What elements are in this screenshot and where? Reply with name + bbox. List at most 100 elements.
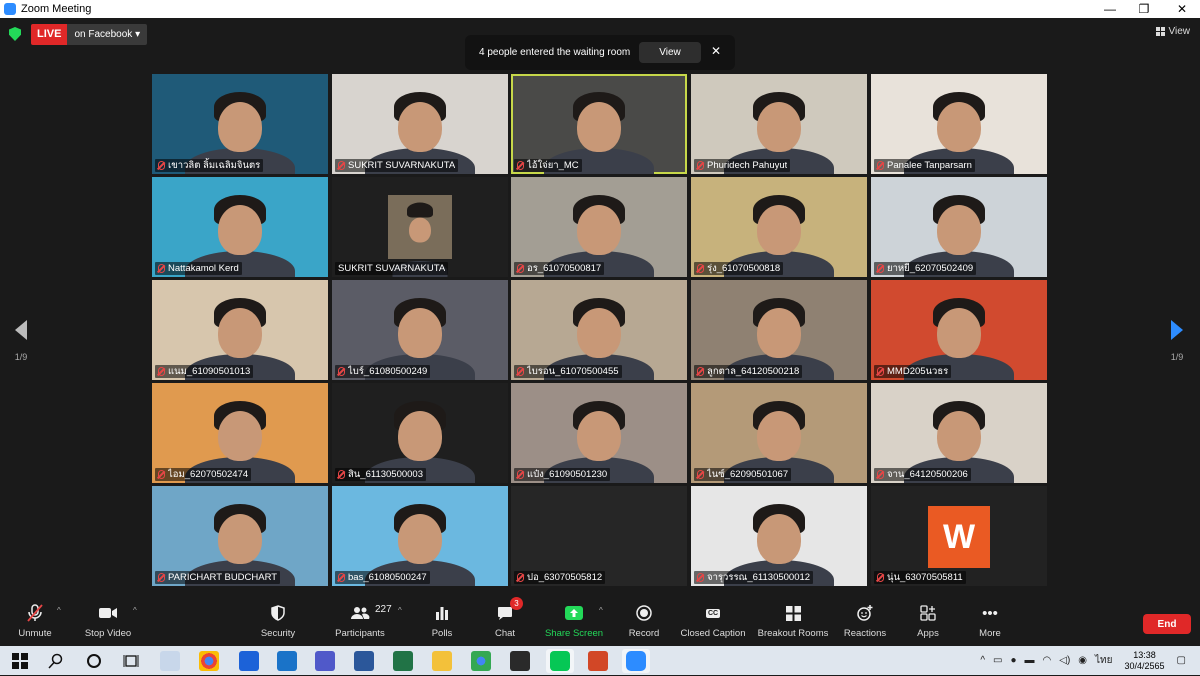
participant-video-tile[interactable]: สิน_61130500003 xyxy=(332,383,508,483)
participant-video-tile[interactable]: ไอม_62070502474 xyxy=(152,383,328,483)
more-button[interactable]: ••• More xyxy=(955,602,1025,640)
security-shield-icon[interactable] xyxy=(9,27,21,41)
participant-video-tile[interactable]: อร_61070500817 xyxy=(511,177,687,277)
record-button[interactable]: Record xyxy=(609,602,679,639)
cc-icon: CC xyxy=(705,608,721,618)
search-icon[interactable] xyxy=(46,651,66,671)
video-options-caret[interactable]: ^ xyxy=(133,606,137,615)
participant-video-tile[interactable]: ปอ_63070505812 xyxy=(511,486,687,586)
participant-video-tile[interactable]: SUKRIT SUVARNAKUTA xyxy=(332,74,508,174)
breakout-rooms-button[interactable]: Breakout Rooms xyxy=(758,602,828,639)
participant-face xyxy=(937,205,981,255)
taskbar-clock[interactable]: 13:38 30/4/2565 xyxy=(1125,650,1165,672)
notification-close-icon[interactable]: ✕ xyxy=(711,44,721,58)
tray-overflow-chevron-icon[interactable]: ^ xyxy=(980,655,985,666)
tray-wifi-icon[interactable]: ◠ xyxy=(1043,655,1052,666)
acrobat-icon[interactable] xyxy=(510,651,530,671)
powerpoint-icon[interactable] xyxy=(588,651,608,671)
security-button[interactable]: Security xyxy=(243,602,313,639)
participants-caret[interactable]: ^ xyxy=(398,606,402,615)
participants-button[interactable]: 227 Participants xyxy=(325,602,395,639)
participant-face xyxy=(937,411,981,461)
chevron-right-icon[interactable] xyxy=(1171,320,1183,340)
participant-name: จาน_64120500206 xyxy=(887,469,968,480)
close-window-button[interactable]: ✕ xyxy=(1164,0,1200,18)
apps-button[interactable]: Apps xyxy=(893,602,963,639)
share-options-caret[interactable]: ^ xyxy=(599,606,603,615)
polls-button[interactable]: Polls xyxy=(407,602,477,639)
view-button[interactable]: View xyxy=(1155,26,1190,37)
chrome-profile-icon[interactable] xyxy=(471,651,491,671)
participant-name: Panalee Tanparsarn xyxy=(887,160,972,171)
participant-name: ไอม_62070502474 xyxy=(168,469,249,480)
end-meeting-button[interactable]: End xyxy=(1143,614,1191,634)
participant-video-tile[interactable]: PARICHART BUDCHART xyxy=(152,486,328,586)
minimize-button[interactable]: — xyxy=(1092,0,1128,18)
word-icon[interactable] xyxy=(354,651,374,671)
closed-caption-button[interactable]: CC Closed Caption xyxy=(678,602,748,639)
participant-video-tile[interactable]: ไบรอน_61070500455 xyxy=(511,280,687,380)
participant-face xyxy=(757,411,801,461)
zoom-taskbar-icon-wrap[interactable] xyxy=(622,649,650,673)
tray-antivirus-icon[interactable]: ◉ xyxy=(1078,655,1087,666)
participant-video-tile[interactable]: Panalee Tanparsarn xyxy=(871,74,1047,174)
participant-video-tile[interactable]: ไอ้ใจ่ยา_MC xyxy=(511,74,687,174)
prev-page[interactable]: 1/9 xyxy=(11,320,31,362)
teams-icon[interactable] xyxy=(315,651,335,671)
participant-video-tile[interactable]: ลูกตาล_64120500218 xyxy=(691,280,867,380)
tray-volume-icon[interactable]: ◁) xyxy=(1059,655,1070,666)
participant-video-tile[interactable]: MMD205นวธร xyxy=(871,280,1047,380)
tray-mic-icon[interactable]: ● xyxy=(1010,655,1016,666)
maximize-button[interactable]: ❐ xyxy=(1126,0,1162,18)
line-app-icon-wrap[interactable] xyxy=(546,649,574,673)
participant-video-tile[interactable]: จารุวรรณ_61130500012 xyxy=(691,486,867,586)
participant-video-tile[interactable]: ไบร์_61080500249 xyxy=(332,280,508,380)
participant-name: SUKRIT SUVARNAKUTA xyxy=(348,160,456,171)
tray-language[interactable]: ไทย xyxy=(1095,653,1112,668)
participant-video-tile[interactable]: จาน_64120500206 xyxy=(871,383,1047,483)
participant-video-tile[interactable]: W นุ่น_63070505811 xyxy=(871,486,1047,586)
participant-video-tile[interactable]: Nattakamol Kerd xyxy=(152,177,328,277)
mail-icon[interactable] xyxy=(277,651,297,671)
participant-name-tag: แป๋ง_61090501230 xyxy=(514,468,611,481)
participant-name: สิน_61130500003 xyxy=(348,469,423,480)
tray-battery-icon[interactable]: ▬ xyxy=(1025,655,1035,666)
live-stream-badge[interactable]: LIVE on Facebook ▾ xyxy=(31,24,148,45)
video-camera-icon xyxy=(97,602,119,624)
participant-video-tile[interactable]: รุ่ง_61070500818 xyxy=(691,177,867,277)
participant-name-tag: Phuridech Pahuyut xyxy=(694,159,791,172)
participant-video-tile[interactable]: Phuridech Pahuyut xyxy=(691,74,867,174)
chat-button[interactable]: 3 Chat xyxy=(470,597,540,639)
participant-video-tile[interactable]: SUKRIT SUVARNAKUTA xyxy=(332,177,508,277)
cortana-icon[interactable] xyxy=(84,651,104,671)
file-explorer-icon[interactable] xyxy=(432,651,452,671)
participant-video-tile[interactable]: ไนซ์_62090501067 xyxy=(691,383,867,483)
participants-count: 227 xyxy=(375,604,392,615)
chat-bubble-icon: 3 xyxy=(494,597,523,624)
participant-name-tag: จาน_64120500206 xyxy=(874,468,971,481)
notification-view-button[interactable]: View xyxy=(639,42,701,63)
participant-name-tag: ปอ_63070505812 xyxy=(514,571,606,584)
muted-mic-icon xyxy=(517,264,524,273)
reactions-button[interactable]: Reactions xyxy=(830,602,900,639)
participant-video-tile[interactable]: ยาหยี_62070502409 xyxy=(871,177,1047,277)
task-view-icon[interactable] xyxy=(121,651,141,671)
chrome-icon[interactable] xyxy=(199,651,219,671)
participant-video-tile[interactable]: แนม_61090501013 xyxy=(152,280,328,380)
app-icon-1[interactable] xyxy=(160,651,180,671)
participant-face xyxy=(937,308,981,358)
muted-mic-icon xyxy=(158,367,165,376)
store-icon[interactable] xyxy=(239,651,259,671)
tray-meet-now-icon[interactable]: ▭ xyxy=(993,655,1002,666)
participant-name: MMD205นวธร xyxy=(887,366,949,377)
excel-icon[interactable] xyxy=(393,651,413,671)
participant-video-tile[interactable]: แป๋ง_61090501230 xyxy=(511,383,687,483)
chevron-left-icon[interactable] xyxy=(15,320,27,340)
participant-video-tile[interactable]: เขาวลิต ลิ้มเฉลิมจินตร xyxy=(152,74,328,174)
participant-video-tile[interactable]: bas_61080500247 xyxy=(332,486,508,586)
windows-start-icon[interactable] xyxy=(10,651,30,671)
notifications-icon[interactable]: ▢ xyxy=(1177,655,1186,666)
audio-options-caret[interactable]: ^ xyxy=(57,606,61,615)
next-page[interactable]: 1/9 xyxy=(1167,320,1187,362)
participant-name-tag: SUKRIT SUVARNAKUTA xyxy=(335,159,459,172)
